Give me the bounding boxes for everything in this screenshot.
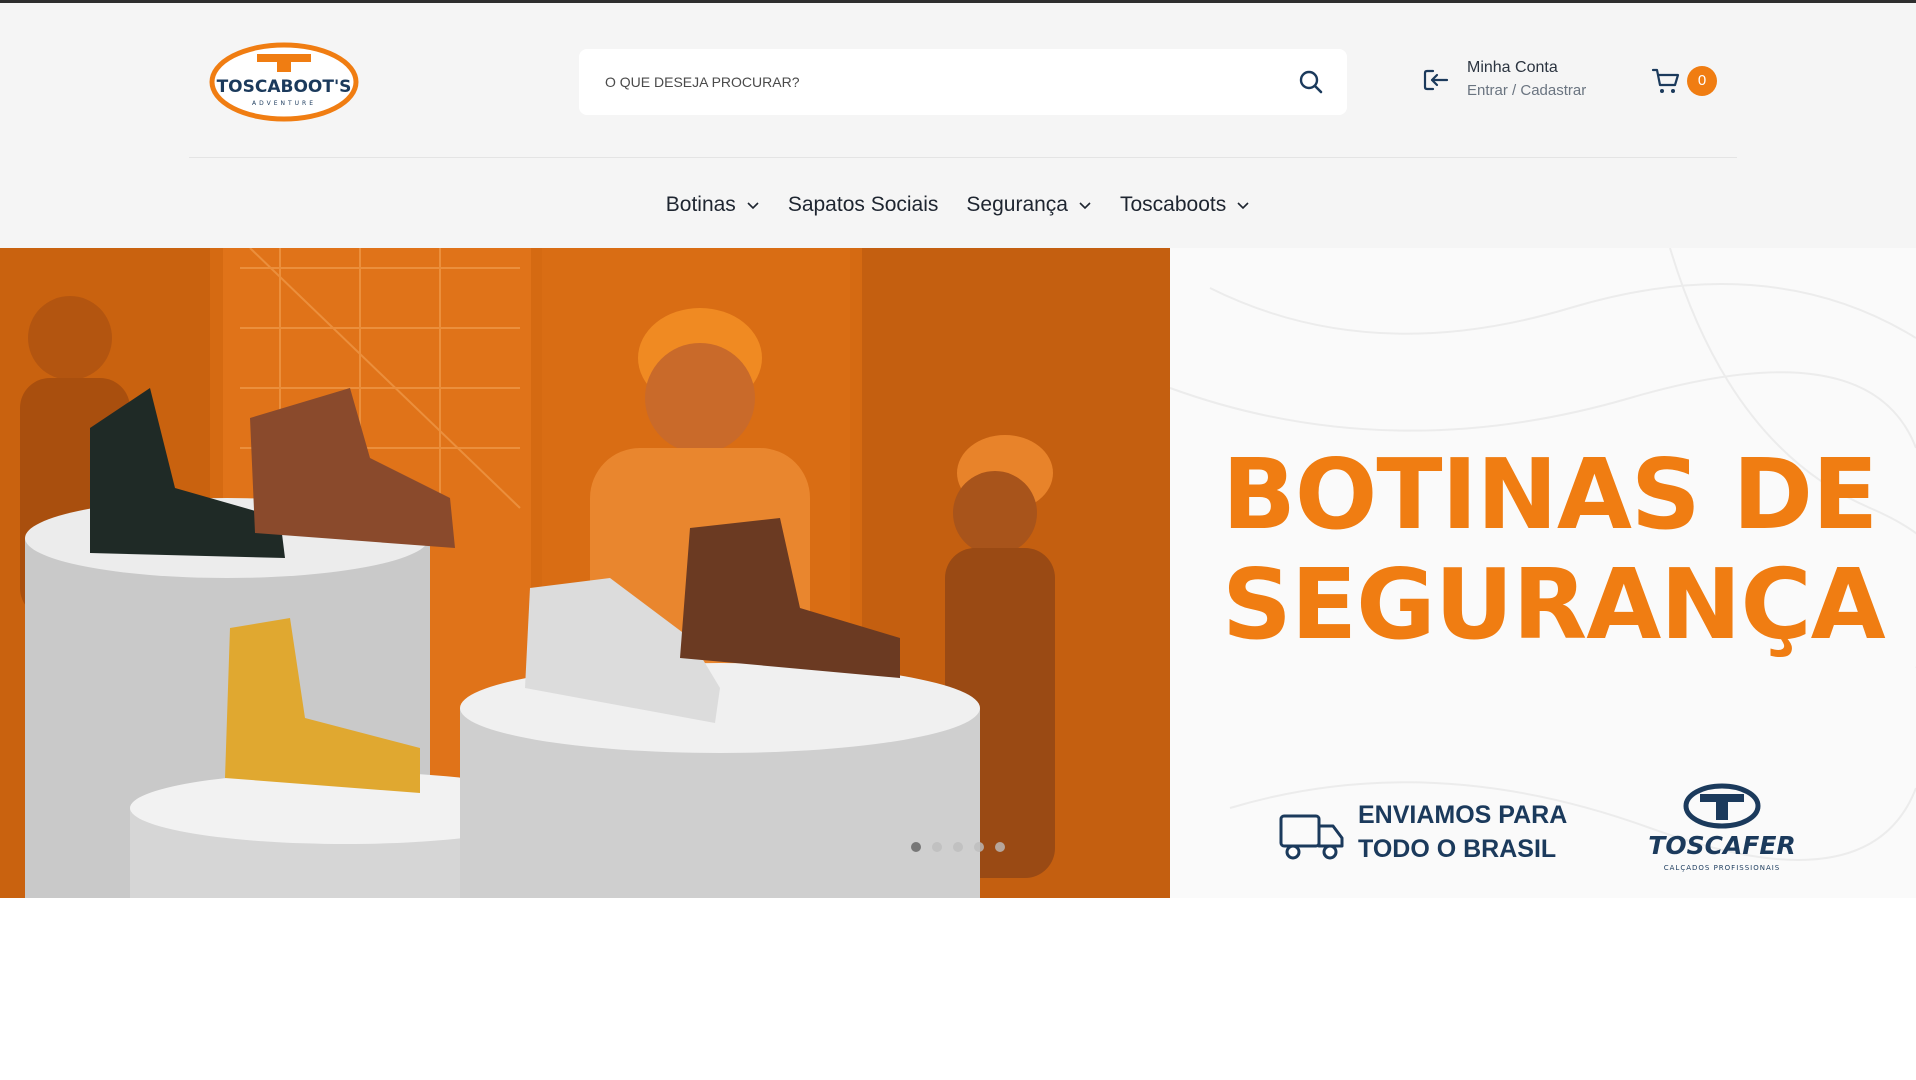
svg-text:ADVENTURE: ADVENTURE <box>252 100 316 107</box>
cart-button[interactable]: 0 <box>1651 64 1721 98</box>
toscafer-logo: TOSCAFER CALÇADOS PROFISSIONAIS <box>1637 782 1807 882</box>
chevron-down-icon <box>747 202 759 210</box>
site-header: TOSCABOOT'S ADVENTURE Minha Conta Entrar… <box>0 3 1916 248</box>
nav-item-seguranca[interactable]: Segurança <box>966 189 1092 221</box>
shipping-info: ENVIAMOS PARA TODO O BRASIL <box>1278 798 1598 878</box>
nav-label: Botinas <box>665 193 736 216</box>
carousel-dot-4[interactable] <box>974 842 984 852</box>
nav-item-toscaboots[interactable]: Toscaboots <box>1120 189 1250 221</box>
cart-count-badge: 0 <box>1687 66 1717 96</box>
carousel-dot-3[interactable] <box>953 842 963 852</box>
search-button[interactable] <box>1297 68 1325 96</box>
account-separator: / <box>1512 82 1517 99</box>
chevron-down-icon <box>1079 202 1091 210</box>
headline-line-1: BOTINAS DE <box>1222 438 1878 551</box>
login-link[interactable]: Entrar <box>1467 82 1508 99</box>
login-icon <box>1423 69 1449 91</box>
hero-banner[interactable]: BOTINAS DE SEGURANÇA ENVIAMOS PARA TODO … <box>0 248 1916 898</box>
search-box <box>579 49 1347 115</box>
headline-line-2: SEGURANÇA <box>1222 548 1886 661</box>
register-link[interactable]: Cadastrar <box>1520 82 1586 99</box>
truck-icon <box>1279 814 1344 860</box>
hero-headline: BOTINAS DE SEGURANÇA <box>1222 440 1902 660</box>
shipping-line-2: TODO O BRASIL <box>1358 835 1557 863</box>
account-links: Entrar / Cadastrar <box>1467 82 1586 99</box>
nav-item-botinas[interactable]: Botinas <box>666 189 760 221</box>
carousel-dots <box>911 842 1005 852</box>
toscaboots-logo[interactable]: TOSCABOOT'S ADVENTURE <box>209 42 359 122</box>
svg-text:CALÇADOS PROFISSIONAIS: CALÇADOS PROFISSIONAIS <box>1664 864 1781 872</box>
nav-label: Segurança <box>966 193 1068 216</box>
hero-product-image <box>0 248 1170 898</box>
nav-item-sapatos-sociais[interactable]: Sapatos Sociais <box>788 189 939 221</box>
svg-text:TOSCAFER: TOSCAFER <box>1648 831 1795 860</box>
page-body <box>0 898 1916 1080</box>
main-nav: Botinas Sapatos Sociais Segurança Toscab… <box>0 189 1916 221</box>
header-divider <box>189 157 1737 158</box>
search-icon <box>1299 70 1323 94</box>
chevron-down-icon <box>1237 202 1249 210</box>
account-title: Minha Conta <box>1467 59 1558 76</box>
shipping-line-1: ENVIAMOS PARA <box>1358 801 1568 829</box>
carousel-dot-2[interactable] <box>932 842 942 852</box>
search-input[interactable] <box>605 49 1265 115</box>
account-menu[interactable]: Minha Conta Entrar / Cadastrar <box>1421 55 1611 105</box>
cart-icon <box>1651 68 1680 93</box>
nav-label: Toscaboots <box>1119 193 1227 216</box>
svg-text:TOSCABOOT'S: TOSCABOOT'S <box>217 77 352 97</box>
nav-label: Sapatos Sociais <box>787 193 939 216</box>
carousel-dot-1[interactable] <box>911 842 921 852</box>
carousel-dot-5[interactable] <box>995 842 1005 852</box>
